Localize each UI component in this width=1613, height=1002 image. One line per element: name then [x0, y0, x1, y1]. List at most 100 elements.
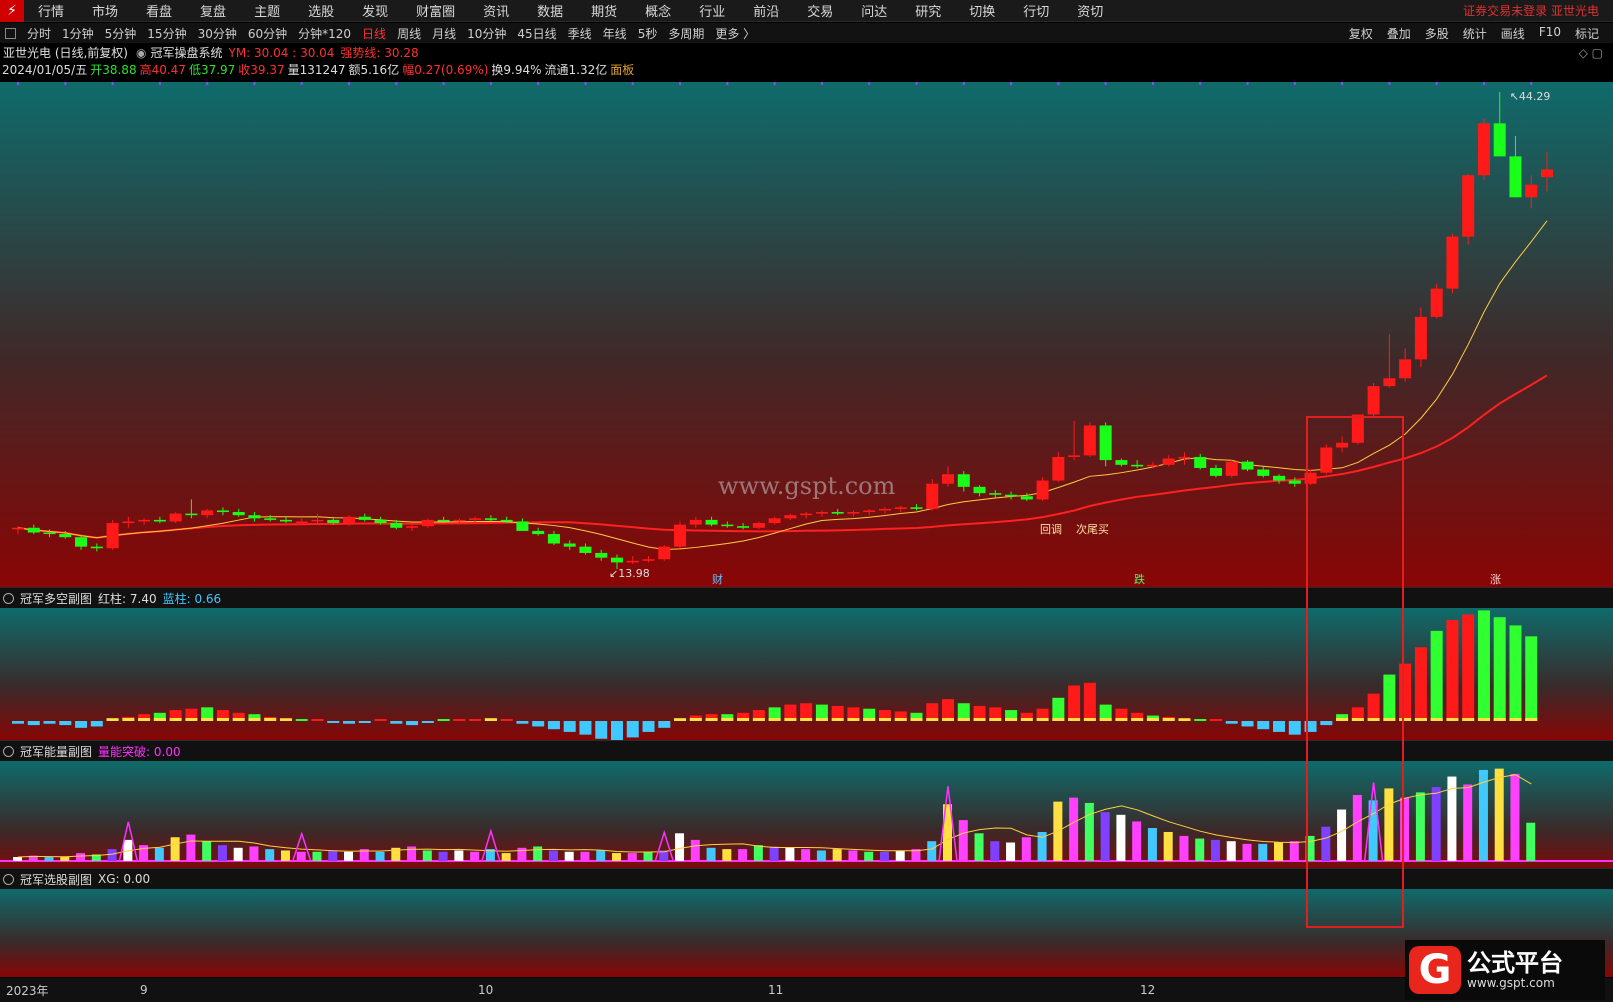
menu-item[interactable]: 研究	[915, 1, 941, 20]
candle-body[interactable]	[989, 493, 1002, 495]
candle-body[interactable]	[59, 534, 72, 538]
menu-item[interactable]: 概念	[645, 1, 671, 20]
tool-item[interactable]: 统计	[1463, 25, 1487, 42]
candle-body[interactable]	[737, 526, 750, 528]
candle-body[interactable]	[894, 507, 907, 509]
candle-body[interactable]	[153, 519, 166, 522]
candle-body[interactable]	[264, 518, 277, 520]
candle-body[interactable]	[1509, 156, 1522, 198]
candle-body[interactable]	[784, 515, 797, 519]
candle-body[interactable]	[1225, 461, 1238, 476]
candle-body[interactable]	[75, 537, 88, 547]
candle-body[interactable]	[358, 516, 371, 520]
period-item[interactable]: 30分钟	[198, 25, 237, 42]
candle-body[interactable]	[327, 519, 340, 524]
candle-body[interactable]	[453, 519, 466, 522]
period-item[interactable]: 5秒	[638, 25, 658, 42]
menu-item[interactable]: 问达	[861, 1, 887, 20]
candle-body[interactable]	[579, 546, 592, 553]
period-item[interactable]: 更多 〉	[715, 25, 755, 42]
candle-body[interactable]	[216, 510, 229, 513]
period-item[interactable]: 多周期	[668, 25, 704, 42]
candle-body[interactable]	[957, 474, 970, 487]
menu-item[interactable]: 行业	[699, 1, 725, 20]
window-controls-icon[interactable]: ◇ ▢	[1579, 46, 1603, 60]
period-item[interactable]: 月线	[432, 25, 456, 42]
candle-body[interactable]	[311, 519, 324, 522]
candle-body[interactable]	[1462, 175, 1475, 237]
tool-item[interactable]: 叠加	[1387, 25, 1411, 42]
menu-item[interactable]: 切换	[969, 1, 995, 20]
candle-body[interactable]	[421, 519, 434, 527]
candle-body[interactable]	[1162, 458, 1175, 465]
candle-body[interactable]	[1209, 467, 1222, 476]
menu-item[interactable]: 看盘	[146, 1, 172, 20]
candle-body[interactable]	[500, 519, 513, 522]
candle-body[interactable]	[926, 483, 939, 509]
candle-body[interactable]	[847, 512, 860, 514]
menu-item[interactable]: 资讯	[483, 1, 509, 20]
period-item[interactable]: 日线	[362, 25, 386, 42]
candle-body[interactable]	[390, 523, 403, 528]
period-item[interactable]: 1分钟	[62, 25, 94, 42]
menu-item[interactable]: 主题	[254, 1, 280, 20]
event-marker[interactable]: 跌	[1134, 572, 1145, 586]
menu-item[interactable]: 发现	[362, 1, 388, 20]
candle-body[interactable]	[1257, 469, 1270, 476]
candle-body[interactable]	[1005, 494, 1018, 497]
candle-body[interactable]	[721, 524, 734, 527]
candle-body[interactable]	[1367, 386, 1380, 415]
candle-body[interactable]	[122, 521, 135, 524]
period-item[interactable]: 分钟*120	[298, 25, 351, 42]
candle-body[interactable]	[942, 474, 955, 484]
menu-item[interactable]: 期货	[591, 1, 617, 20]
tool-item[interactable]: 多股	[1425, 25, 1449, 42]
candle-body[interactable]	[516, 521, 529, 531]
menu-item[interactable]: 数据	[537, 1, 563, 20]
candle-body[interactable]	[595, 552, 608, 558]
menu-item[interactable]: 行切	[1023, 1, 1049, 20]
panel3-toggle-icon[interactable]	[3, 873, 14, 885]
candle-body[interactable]	[169, 513, 182, 522]
candle-body[interactable]	[201, 510, 214, 516]
period-item[interactable]: 5分钟	[105, 25, 137, 42]
sidebar-toggle-icon[interactable]	[5, 27, 16, 39]
candle-body[interactable]	[1430, 288, 1443, 317]
tool-item[interactable]: 画线	[1501, 25, 1525, 42]
candle-body[interactable]	[1493, 123, 1506, 157]
candle-body[interactable]	[973, 486, 986, 494]
period-item[interactable]: 60分钟	[248, 25, 287, 42]
menu-item[interactable]: 资切	[1077, 1, 1103, 20]
menu-item[interactable]: 前沿	[753, 1, 779, 20]
indicator-settings-icon[interactable]: ◉	[136, 46, 146, 60]
candle-body[interactable]	[1383, 378, 1396, 387]
candle-body[interactable]	[674, 524, 687, 547]
period-item[interactable]: 45日线	[517, 25, 556, 42]
candle-body[interactable]	[90, 546, 103, 549]
candle-body[interactable]	[27, 527, 40, 533]
candle-body[interactable]	[532, 530, 545, 535]
candle-body[interactable]	[658, 546, 671, 560]
menu-item[interactable]: 行情	[38, 1, 64, 20]
period-item[interactable]: 分时	[27, 25, 51, 42]
candle-body[interactable]	[910, 507, 923, 509]
candle-body[interactable]	[1446, 236, 1459, 289]
candle-body[interactable]	[1178, 456, 1191, 459]
candle-body[interactable]	[406, 526, 419, 528]
candle-body[interactable]	[185, 513, 198, 516]
candle-body[interactable]	[1036, 480, 1049, 500]
period-item[interactable]: 15分钟	[147, 25, 186, 42]
candle-body[interactable]	[831, 512, 844, 514]
panel2-toggle-icon[interactable]	[3, 745, 14, 757]
candle-body[interactable]	[1288, 480, 1301, 484]
candle-body[interactable]	[343, 516, 356, 524]
menu-item[interactable]: 交易	[807, 1, 833, 20]
candle-body[interactable]	[437, 519, 450, 522]
candle-body[interactable]	[610, 557, 623, 563]
period-item[interactable]: 季线	[568, 25, 592, 42]
candle-body[interactable]	[374, 519, 387, 524]
app-logo-icon[interactable]: ⚡	[0, 0, 24, 22]
menu-item[interactable]: 财富圈	[416, 1, 455, 20]
candle-body[interactable]	[752, 523, 765, 528]
candle-body[interactable]	[1273, 475, 1286, 481]
